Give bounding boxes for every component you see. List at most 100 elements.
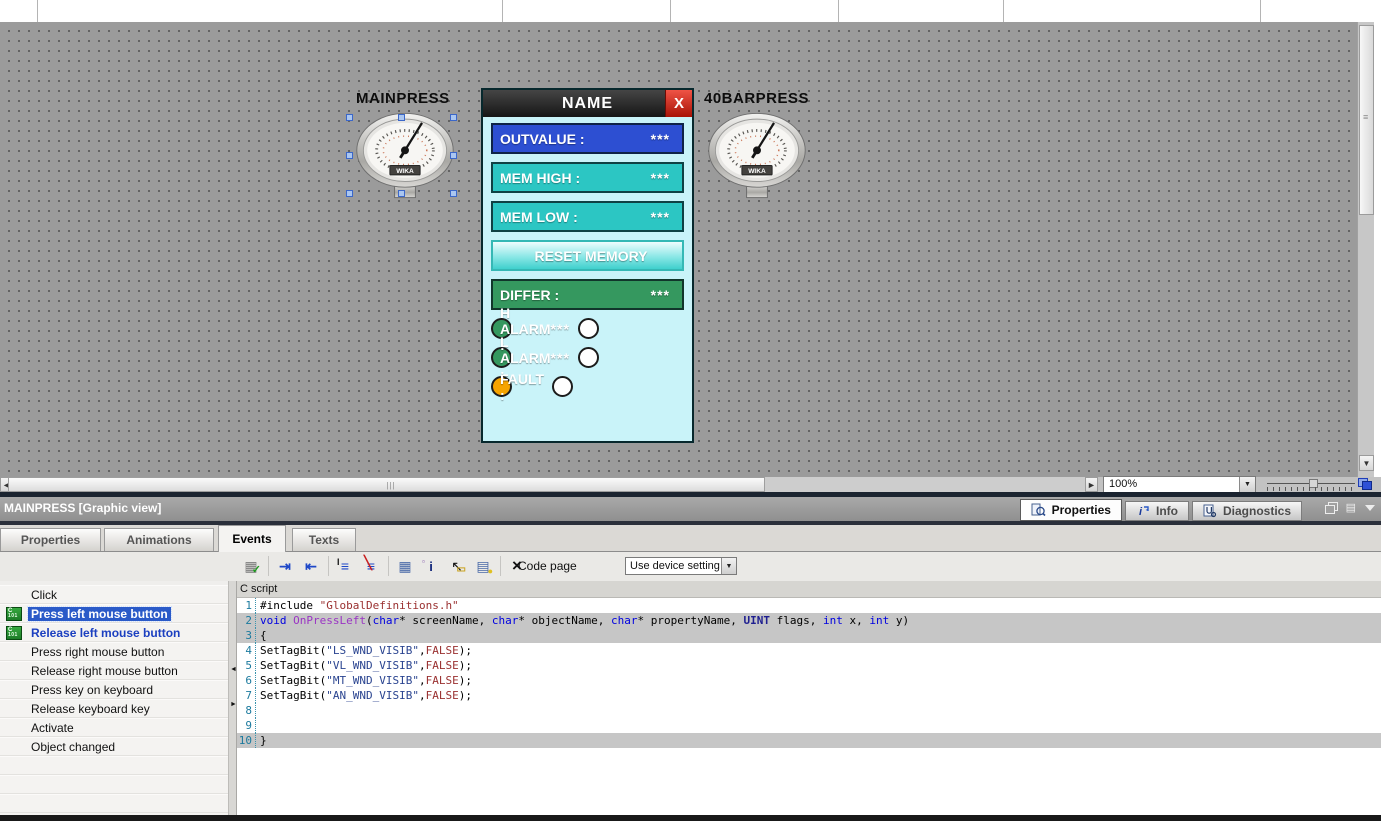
insert-info-icon[interactable]: i▫ [420, 555, 442, 577]
event-item-release-left-mouse-button[interactable]: C101Release left mouse button [0, 623, 228, 642]
code-line[interactable]: 6SetTagBit("MT_WND_VISIB",FALSE); [237, 673, 1381, 688]
event-item-label: Activate [28, 721, 77, 735]
selection-handle[interactable] [346, 190, 353, 197]
pointer-icon[interactable]: ↖▭ [446, 555, 468, 577]
code-text [256, 703, 260, 718]
scroll-right-button[interactable]: ► [1085, 477, 1098, 492]
code-line[interactable]: 5SetTagBit("VL_WND_VISIB",FALSE); [237, 658, 1381, 673]
tag-grid-icon[interactable]: ▦ [394, 555, 416, 577]
selection-handle[interactable] [450, 114, 457, 121]
event-item-press-left-mouse-button[interactable]: C101Press left mouse button [0, 604, 228, 623]
selection-handle[interactable] [346, 114, 353, 121]
code-line[interactable]: 9 [237, 718, 1381, 733]
tab-properties[interactable]: Properties [0, 528, 101, 551]
collapse-left-icon[interactable]: ◄ [230, 666, 237, 673]
code-line[interactable]: 8 [237, 703, 1381, 718]
combo-dropdown-button[interactable]: ▼ [1239, 477, 1255, 492]
icon-glyph: ⇥ [279, 558, 291, 575]
event-item-label: Click [28, 588, 60, 602]
horizontal-scrollbar-thumb[interactable]: ||| [8, 477, 765, 492]
event-item-press-key-on-keyboard[interactable]: Press key on keyboard [0, 680, 228, 699]
combo-dropdown-button[interactable]: ▼ [721, 558, 736, 574]
selection-handle[interactable] [450, 152, 457, 159]
document-tab-strip [0, 0, 1381, 22]
gauge-label-40barpress: 40BARPRESS [704, 90, 809, 107]
insert-object-icon[interactable]: ▤● [472, 555, 494, 577]
popup-row-outvalue[interactable]: OUTVALUE :*** [491, 123, 684, 154]
indent-icon[interactable]: ⇥ [274, 555, 296, 577]
inspector-tab-diagnostics[interactable]: Diagnostics [1192, 501, 1302, 521]
code-line[interactable]: 4SetTagBit("LS_WND_VISIB",FALSE); [237, 643, 1381, 658]
event-item-release-right-mouse-button[interactable]: Release right mouse button [0, 661, 228, 680]
horizontal-scroll-row: ◄ ||| ► 100% ▼ [0, 477, 1381, 492]
code-line[interactable]: 10} [237, 733, 1381, 748]
float-panel-icon[interactable] [1325, 502, 1337, 514]
toolbar-separator [328, 556, 329, 576]
faceplate-popup-window[interactable]: NAME X OUTVALUE :*** MEM HIGH :*** MEM LOW… [481, 88, 694, 443]
popup-row-value: *** [651, 131, 682, 147]
code-token: void [260, 614, 287, 627]
expand-right-icon[interactable]: ► [230, 701, 237, 708]
code-page-combobox[interactable]: Use device setting ▼ [625, 557, 737, 575]
selection-handle[interactable] [346, 152, 353, 159]
selection-handle[interactable] [398, 114, 405, 121]
c-script-icon-text: 101 [8, 614, 20, 619]
c-script-editor[interactable]: C script 1#include "GlobalDefinitions.h"… [237, 581, 1381, 815]
popup-row-l-alarm[interactable]: L ALARM :*** [491, 347, 512, 368]
insert-line-icon[interactable]: ≡I [334, 555, 356, 577]
panel-splitter[interactable]: ◄ ► [228, 581, 237, 815]
icon-overlay: ▭ [457, 564, 466, 575]
popup-row-fault[interactable]: FAULT : [491, 376, 512, 397]
code-line[interactable]: 3{ [237, 628, 1381, 643]
line-number: 4 [237, 643, 256, 658]
selection-handle[interactable] [398, 190, 405, 197]
tab-texts[interactable]: Texts [292, 528, 356, 551]
code-token: * objectName, [518, 614, 611, 627]
popup-row-mem-low[interactable]: MEM LOW :*** [491, 201, 684, 232]
event-item-label: Press right mouse button [28, 645, 167, 659]
close-button[interactable]: X [665, 90, 692, 117]
graphic-view-canvas[interactable]: MAINPRESS 40BARPRESS NAME X OUTVALUE :**… [0, 22, 1357, 477]
code-text: } [256, 733, 267, 748]
tab-events[interactable]: Events [218, 525, 286, 552]
scroll-down-button[interactable]: ▼ [1359, 455, 1374, 471]
code-token: "LS_WND_VISIB" [326, 644, 419, 657]
event-item-release-keyboard-key[interactable]: Release keyboard key [0, 699, 228, 718]
icon-glyph: ⇤ [305, 558, 317, 575]
tab-animations[interactable]: Animations [104, 528, 214, 551]
popup-button-reset-memory[interactable]: RESET MEMORY [491, 240, 684, 271]
code-line[interactable]: 2void OnPressLeft(char* screenName, char… [237, 613, 1381, 628]
code-text: { [256, 628, 267, 643]
horizontal-scrollbar[interactable]: ||| [13, 477, 1085, 492]
collapse-panel-icon[interactable] [1365, 505, 1375, 511]
vertical-scrollbar-thumb[interactable]: ≡ [1359, 25, 1374, 215]
inspector-tab-label: Info [1156, 504, 1178, 518]
c-script-icon-text: 101 [8, 633, 20, 638]
code-token: SetTagBit( [260, 659, 326, 672]
gauge-mainpress[interactable] [353, 110, 457, 202]
gauge-40barpress[interactable] [705, 110, 809, 202]
code-token: char [611, 614, 638, 627]
event-item-activate[interactable]: Activate [0, 718, 228, 737]
validate-script-icon[interactable]: ▦✓ [240, 555, 262, 577]
popup-row-mem-high[interactable]: MEM HIGH :*** [491, 162, 684, 193]
code-line[interactable]: 7SetTagBit("AN_WND_VISIB",FALSE); [237, 688, 1381, 703]
panel-list-icon[interactable]: ▤ [1346, 501, 1356, 515]
inspector-tab-info[interactable]: iInfo [1125, 501, 1189, 521]
vertical-scrollbar[interactable]: ≡ ▼ [1357, 22, 1374, 477]
code-line[interactable]: 1#include "GlobalDefinitions.h" [237, 598, 1381, 613]
code-token: FALSE [426, 659, 459, 672]
code-token: int [869, 614, 889, 627]
inspector-tab-properties[interactable]: Properties [1020, 499, 1122, 521]
popup-title: NAME [562, 95, 613, 113]
zoom-slider[interactable] [1267, 477, 1355, 492]
fit-to-window-button[interactable] [1357, 477, 1374, 492]
zoom-level-combobox[interactable]: 100% ▼ [1103, 476, 1256, 493]
event-item-object-changed[interactable]: Object changed [0, 737, 228, 756]
event-item-click[interactable]: Click [0, 585, 228, 604]
delete-line-icon[interactable]: ≡╲ [360, 555, 382, 577]
event-item-press-right-mouse-button[interactable]: Press right mouse button [0, 642, 228, 661]
outdent-icon[interactable]: ⇤ [300, 555, 322, 577]
code-token: } [260, 734, 267, 747]
selection-handle[interactable] [450, 190, 457, 197]
